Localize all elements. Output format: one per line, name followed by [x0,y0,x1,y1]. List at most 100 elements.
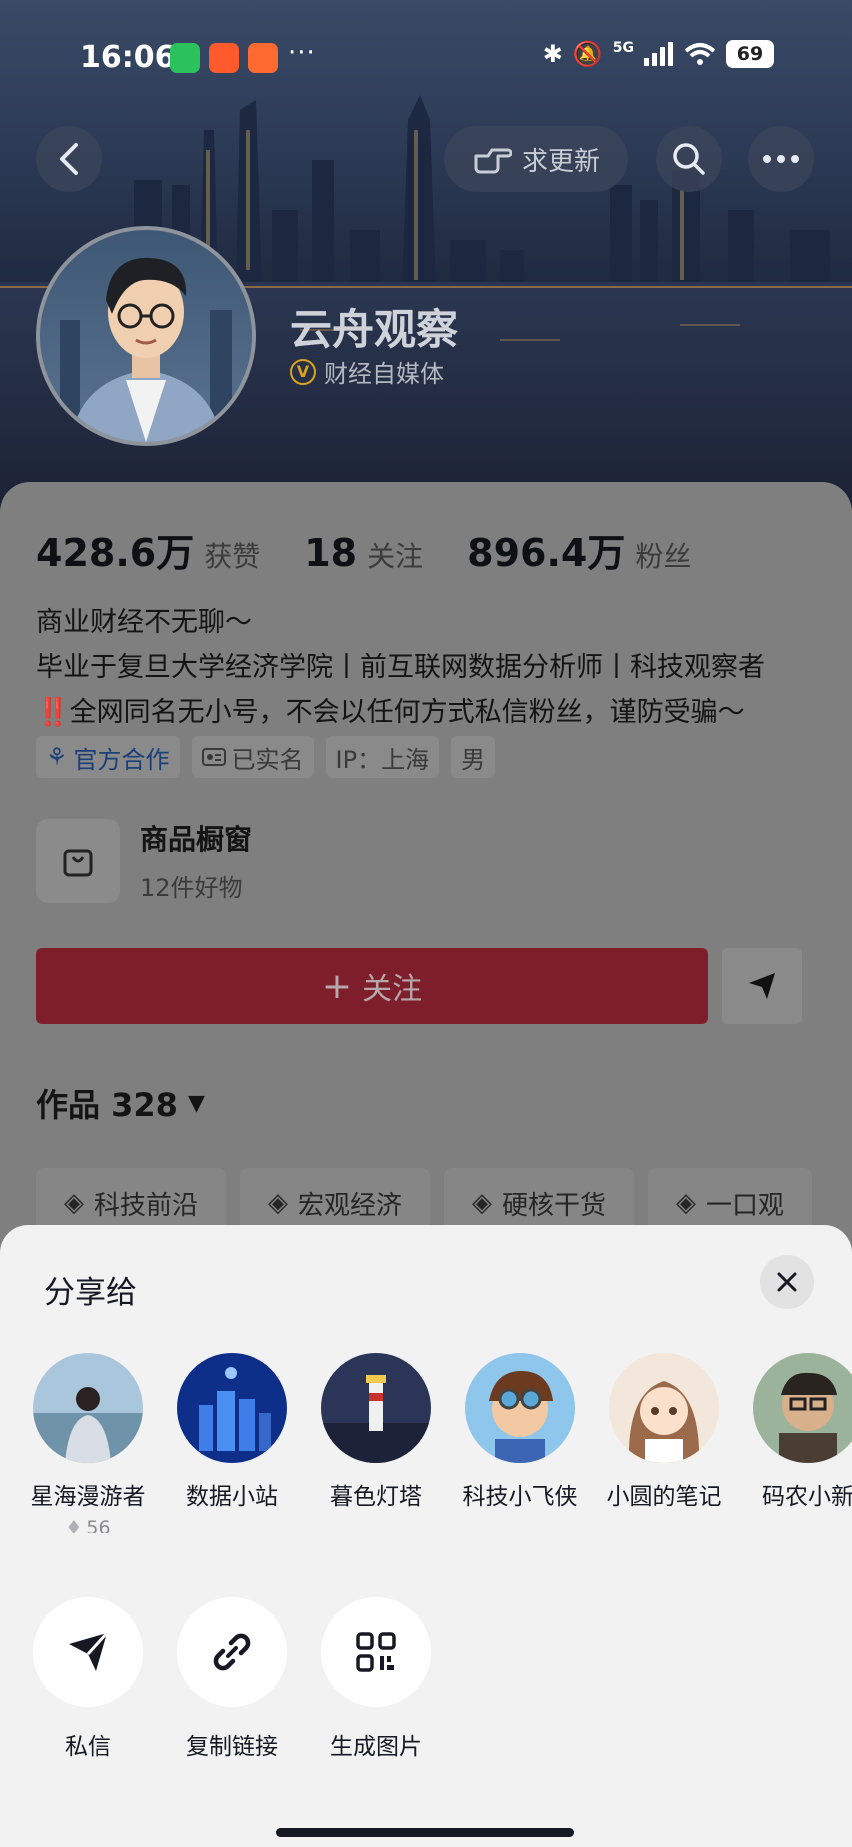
share-friend[interactable]: 星海漫游者 ♦ 56 [16,1353,160,1533]
status-bar: 16:06 ··· ✱ 🔕 5G 69 [0,0,852,110]
caret-down-icon: ▼ [187,1090,205,1116]
share-friend[interactable]: 暮色灯塔 [304,1353,448,1511]
handshake-icon: ⚘ [46,743,68,771]
share-action-generate-image[interactable]: 生成图片 [304,1597,448,1761]
tag-label: 男 [461,745,486,774]
message-button[interactable] [722,948,802,1024]
tag-official-cooperation[interactable]: ⚘ 官方合作 [36,736,180,778]
works-label: 作品 328 [36,1086,178,1124]
tag-ip-location: IP：上海 [325,736,440,778]
friend-name: 星海漫游者 [30,1484,146,1510]
share-sheet: 分享给 星海漫游者 ♦ 56 数据小站 暮色灯塔 科技小飞侠 小圆的笔记 码农小… [0,1225,852,1847]
followers-label[interactable]: 粉丝 [635,535,691,575]
profile-name: 云舟观察 [290,305,459,354]
tag-label: 官方合作 [73,745,170,774]
profile-tags: ⚘ 官方合作 已实名 IP：上海 男 [36,736,496,778]
friend-name: 小圆的笔记 [606,1484,722,1510]
category-label: 一口观 [706,1190,785,1221]
avatar [177,1353,287,1463]
wifi-icon [684,43,716,65]
tag-gender: 男 [451,736,496,778]
layers-icon: ◈ [64,1188,84,1218]
following-count[interactable]: 18 [304,531,357,575]
profile-bio: 商业财经不无聊～ 毕业于复旦大学经济学院丨前互联网数据分析师丨科技观察者 ‼️全… [36,607,765,728]
friend-name: 码农小新 [762,1484,852,1510]
avatar [753,1353,852,1463]
more-icon [763,155,799,163]
tag-label: 已实名 [231,745,304,774]
shop-subtitle: 12件好物 [140,874,243,902]
search-button[interactable] [656,126,722,192]
status-time: 16:06 [80,40,176,75]
search-icon [673,143,705,175]
likes-label: 获赞 [204,540,261,573]
share-friend[interactable]: 数据小站 [160,1353,304,1511]
share-friend[interactable]: 小圆的笔记 [592,1353,736,1511]
close-button[interactable] [760,1255,814,1309]
layers-icon: ◈ [268,1188,289,1218]
request-update-button[interactable]: 求更新 [444,126,628,192]
action-label: 私信 [65,1734,111,1760]
avatar [321,1353,431,1463]
friend-name: 数据小站 [186,1484,278,1510]
followers-count[interactable]: 896.4万 [467,522,625,577]
mute-icon: 🔕 [572,40,603,68]
verification-text: 财经自媒体 [324,360,444,388]
plus-icon: + [321,965,353,1007]
category-label: 硬核干货 [502,1190,607,1221]
category-label: 科技前沿 [94,1190,199,1221]
action-label: 复制链接 [186,1734,278,1760]
avatar [465,1353,575,1463]
shop-title: 商品橱窗 [140,823,253,856]
avatar [33,1353,143,1463]
likes-count: 428.6万 [36,531,195,575]
app-notification-icon [209,43,239,73]
shop-window-entry[interactable]: 商品橱窗 12件好物 [36,818,252,903]
verification-label: V 财经自媒体 [290,354,444,389]
share-action-direct-message[interactable]: 私信 [16,1597,160,1761]
follow-button[interactable]: + 关注 [36,948,708,1024]
network-label: 5G [612,40,634,56]
app-notification-icon-2 [248,43,278,73]
shopping-bag-icon [36,818,120,903]
share-friends-row: 星海漫游者 ♦ 56 数据小站 暮色灯塔 科技小飞侠 小圆的笔记 码农小新 [0,1353,852,1533]
friend-name: 科技小飞侠 [462,1484,578,1510]
send-icon [749,973,775,999]
share-friend[interactable]: 科技小飞侠 [448,1353,592,1511]
bluetooth-icon: ✱ [542,40,563,68]
qr-code-icon [321,1597,431,1707]
flame-icon: ♦ [65,1517,83,1533]
verified-badge-icon: V [290,358,316,385]
streak-count: 56 [86,1517,111,1533]
following-label[interactable]: 关注 [367,535,423,575]
wechat-icon [170,43,200,73]
layers-icon: ◈ [676,1188,697,1218]
tag-real-name: 已实名 [191,736,314,778]
layers-icon: ◈ [472,1188,493,1218]
chevron-left-icon [60,143,78,175]
action-label: 生成图片 [330,1734,422,1760]
friend-name: 暮色灯塔 [330,1484,422,1510]
profile-avatar[interactable] [36,226,256,446]
share-sheet-title: 分享给 [44,1275,137,1311]
request-update-label: 求更新 [521,146,600,177]
link-icon [177,1597,287,1707]
hand-point-icon [474,148,512,174]
share-action-copy-link[interactable]: 复制链接 [160,1597,304,1761]
more-notifications-icon: ··· [288,38,316,68]
back-button[interactable] [36,126,102,192]
profile-stats: 428.6万 获赞 18 关注 896.4万 粉丝 [36,522,725,577]
status-icons: ✱ 🔕 5G 69 [543,40,774,68]
more-button[interactable] [748,126,814,192]
battery-indicator: 69 [726,40,774,68]
works-tab[interactable]: 作品 328 ▼ [36,1080,205,1126]
share-friend[interactable]: 码农小新 [736,1353,852,1511]
close-icon [777,1272,797,1292]
follow-label: 关注 [362,972,423,1007]
signal-icon [644,42,673,66]
home-indicator[interactable] [276,1828,574,1837]
tag-label: IP：上海 [335,745,430,774]
friend-streak: ♦ 56 [16,1517,160,1533]
id-card-icon [201,748,226,766]
avatar [609,1353,719,1463]
